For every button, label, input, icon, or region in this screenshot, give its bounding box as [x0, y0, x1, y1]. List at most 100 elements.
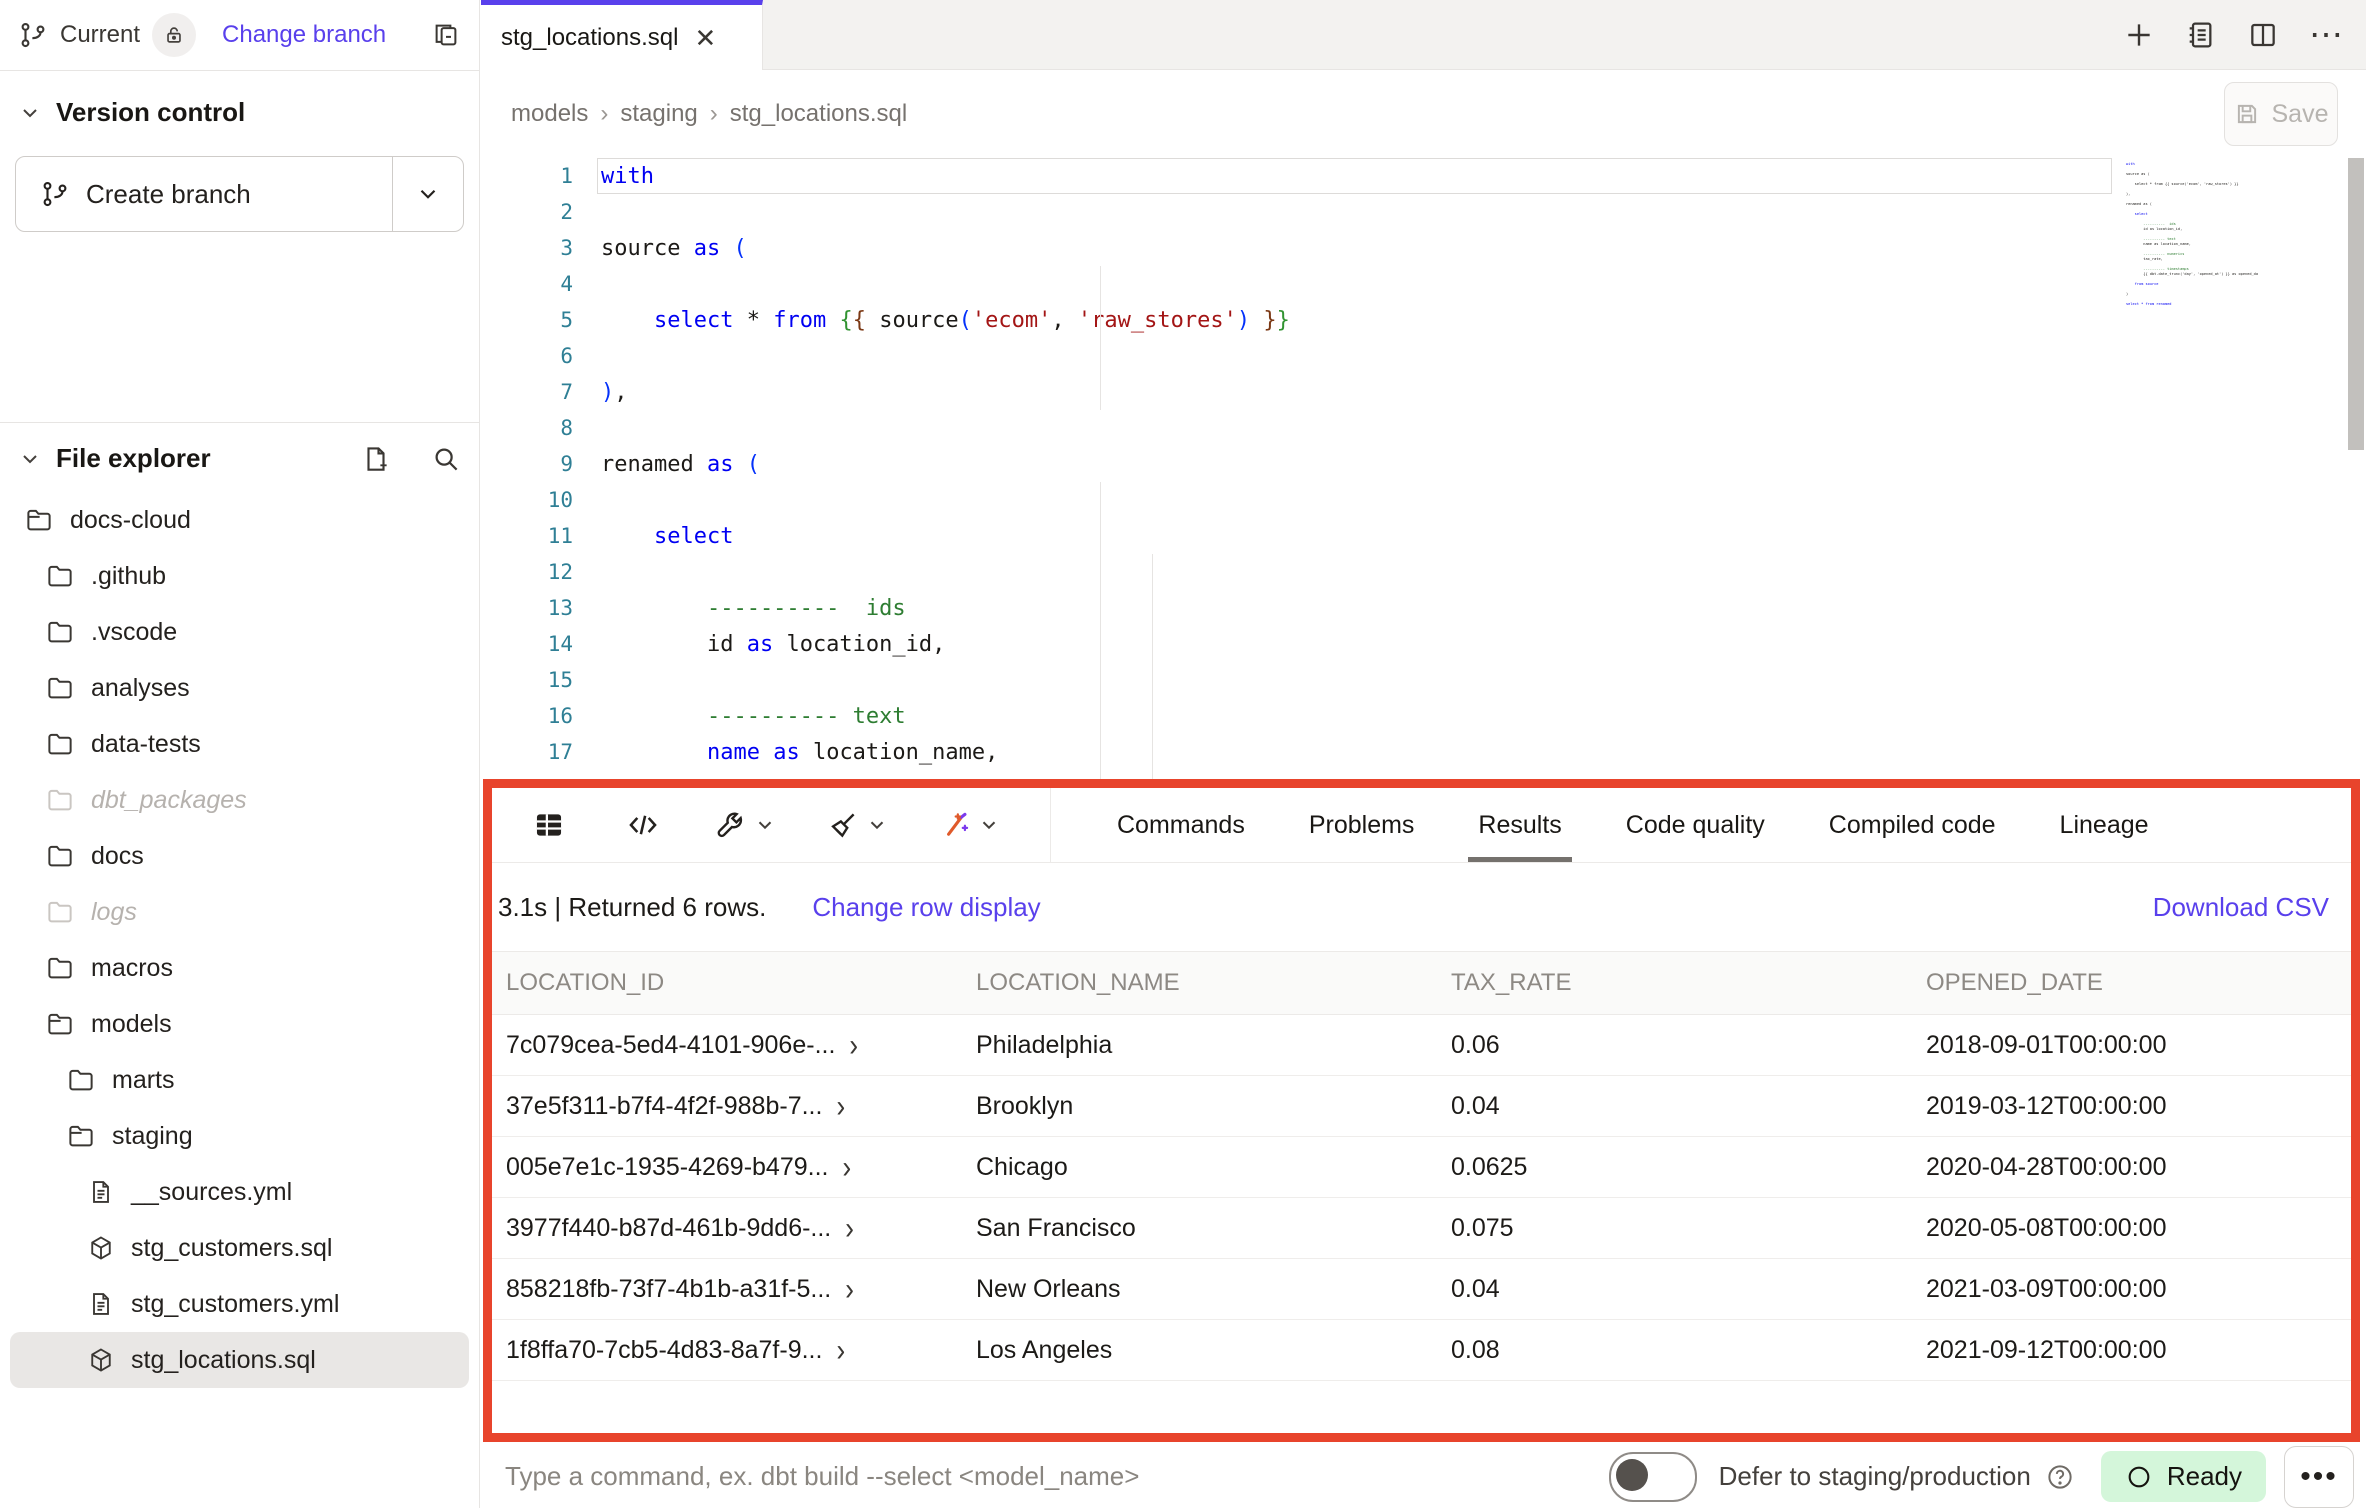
table-row[interactable]: 3977f440-b87d-461b-9dd6-...›San Francisc… [492, 1198, 2351, 1259]
code-line-4[interactable]: 4 [481, 266, 2366, 302]
save-label: Save [2272, 100, 2329, 129]
tree-item-marts[interactable]: marts [10, 1052, 469, 1108]
expand-cell-icon[interactable]: › [836, 1087, 845, 1124]
tree-item-staging[interactable]: staging [10, 1108, 469, 1164]
code-line-15[interactable]: 15 [481, 662, 2366, 698]
table-row[interactable]: 37e5f311-b7f4-4f2f-988b-7...›Brooklyn0.0… [492, 1076, 2351, 1137]
code-line-16[interactable]: 16 ---------- text [481, 698, 2366, 734]
notebook-icon[interactable] [2185, 19, 2217, 51]
compile-code-icon[interactable] [612, 808, 674, 842]
download-csv-link[interactable]: Download CSV [2153, 892, 2329, 923]
tree-item--vscode[interactable]: .vscode [10, 604, 469, 660]
panel-tab-problems[interactable]: Problems [1277, 788, 1447, 862]
table-row[interactable]: 1f8ffa70-7cb5-4d83-8a7f-9...›Los Angeles… [492, 1320, 2351, 1381]
more-options-icon[interactable]: ⋯ [2309, 15, 2346, 55]
panel-tab-results[interactable]: Results [1446, 788, 1593, 862]
change-row-display-link[interactable]: Change row display [812, 892, 1040, 923]
tree-item-stg-locations-sql[interactable]: stg_locations.sql [10, 1332, 469, 1388]
cell-value: 005e7e1c-1935-4269-b479... [506, 1153, 829, 1182]
new-tab-icon[interactable] [2123, 19, 2155, 51]
breadcrumb-part[interactable]: stg_locations.sql [730, 100, 907, 128]
code-line-10[interactable]: 10 [481, 482, 2366, 518]
copy-icon[interactable] [431, 20, 461, 50]
expand-cell-icon[interactable]: › [843, 1148, 852, 1185]
tree-item-label: docs [91, 842, 144, 871]
code-line-3[interactable]: 3source as ( [481, 230, 2366, 266]
breadcrumb-part[interactable]: staging [620, 100, 697, 128]
tree-item-stg-customers-sql[interactable]: stg_customers.sql [10, 1220, 469, 1276]
close-tab-icon[interactable]: ✕ [694, 25, 716, 51]
file-explorer-header[interactable]: File explorer [0, 423, 479, 484]
code-line-14[interactable]: 14 id as location_id, [481, 626, 2366, 662]
table-row[interactable]: 005e7e1c-1935-4269-b479...›Chicago0.0625… [492, 1137, 2351, 1198]
code-line-7[interactable]: 7), [481, 374, 2366, 410]
chevron-down-icon [866, 814, 888, 836]
code-line-9[interactable]: 9renamed as ( [481, 446, 2366, 482]
expand-cell-icon[interactable]: › [849, 1026, 858, 1063]
panel-tab-lineage[interactable]: Lineage [2028, 788, 2181, 862]
split-editor-icon[interactable] [2247, 19, 2279, 51]
folder-icon [66, 1065, 96, 1095]
column-header-opened_date[interactable]: OPENED_DATE [1912, 952, 2351, 1015]
tree-item-logs[interactable]: logs [10, 884, 469, 940]
search-icon[interactable] [431, 444, 461, 474]
expand-cell-icon[interactable]: › [836, 1331, 845, 1368]
tree-item-dbt-packages[interactable]: dbt_packages [10, 772, 469, 828]
panel-tab-compiled-code[interactable]: Compiled code [1797, 788, 2028, 862]
code-line-13[interactable]: 13 ---------- ids [481, 590, 2366, 626]
version-control-header[interactable]: Version control [0, 71, 479, 138]
tree-item--github[interactable]: .github [10, 548, 469, 604]
code-line-6[interactable]: 6 [481, 338, 2366, 374]
expand-cell-icon[interactable]: › [845, 1209, 854, 1246]
create-branch-button[interactable]: Create branch [16, 157, 392, 231]
change-branch-link[interactable]: Change branch [222, 21, 386, 49]
command-input[interactable] [503, 1460, 1609, 1493]
tree-item-label: marts [112, 1066, 175, 1095]
tree-item-data-tests[interactable]: data-tests [10, 716, 469, 772]
tree-item-stg-customers-yml[interactable]: stg_customers.yml [10, 1276, 469, 1332]
tree-item-analyses[interactable]: analyses [10, 660, 469, 716]
new-file-icon[interactable] [361, 444, 391, 474]
table-row[interactable]: 858218fb-73f7-4b1b-a31f-5...›New Orleans… [492, 1259, 2351, 1320]
tree-item-label: logs [91, 898, 137, 927]
editor-scrollbar[interactable] [2348, 158, 2364, 450]
code-line-1[interactable]: 1with [481, 158, 2366, 194]
tree-item-docs-cloud[interactable]: docs-cloud [10, 492, 469, 548]
tree-item-docs[interactable]: docs [10, 828, 469, 884]
build-wrench-icon[interactable] [700, 808, 790, 842]
create-branch-dropdown[interactable] [392, 157, 463, 231]
code-line-17[interactable]: 17 name as location_name, [481, 734, 2366, 770]
code-line-5[interactable]: 5 select * from {{ source('ecom', 'raw_s… [481, 302, 2366, 338]
code-line-8[interactable]: 8 [481, 410, 2366, 446]
preview-table-icon[interactable] [518, 808, 580, 842]
code-line-2[interactable]: 2 [481, 194, 2366, 230]
expand-cell-icon[interactable]: › [845, 1270, 854, 1307]
create-branch-split-button: Create branch [15, 156, 464, 232]
code-line-11[interactable]: 11 select [481, 518, 2366, 554]
tree-item-macros[interactable]: macros [10, 940, 469, 996]
format-broom-icon[interactable] [812, 808, 902, 842]
status-badge[interactable]: Ready [2101, 1451, 2266, 1502]
tab-stg-locations[interactable]: stg_locations.sql ✕ [481, 0, 763, 70]
column-header-location_id[interactable]: LOCATION_ID [492, 952, 962, 1015]
tree-item--sources-yml[interactable]: __sources.yml [10, 1164, 469, 1220]
code-line-12[interactable]: 12 [481, 554, 2366, 590]
table-row[interactable]: 7c079cea-5ed4-4101-906e-...›Philadelphia… [492, 1015, 2351, 1076]
tree-item-models[interactable]: models [10, 996, 469, 1052]
panel-tab-code-quality[interactable]: Code quality [1594, 788, 1797, 862]
save-button[interactable]: Save [2224, 82, 2338, 146]
column-header-tax_rate[interactable]: TAX_RATE [1437, 952, 1912, 1015]
help-icon[interactable] [2045, 1462, 2075, 1492]
defer-toggle[interactable] [1609, 1452, 1697, 1502]
ide-more-button[interactable]: ••• [2284, 1446, 2354, 1508]
tree-item-label: staging [112, 1122, 193, 1151]
column-header-location_name[interactable]: LOCATION_NAME [962, 952, 1437, 1015]
breadcrumb-part[interactable]: models [511, 100, 588, 128]
chevron-down-icon [18, 447, 42, 471]
results-panel: CommandsProblemsResultsCode qualityCompi… [483, 779, 2360, 1442]
editor-minimap[interactable]: with source as ( select * from {{ source… [2126, 162, 2258, 307]
line-number: 17 [481, 740, 601, 764]
git-branch-icon [18, 20, 48, 50]
ai-fix-icon[interactable] [924, 808, 1014, 842]
panel-tab-commands[interactable]: Commands [1085, 788, 1277, 862]
